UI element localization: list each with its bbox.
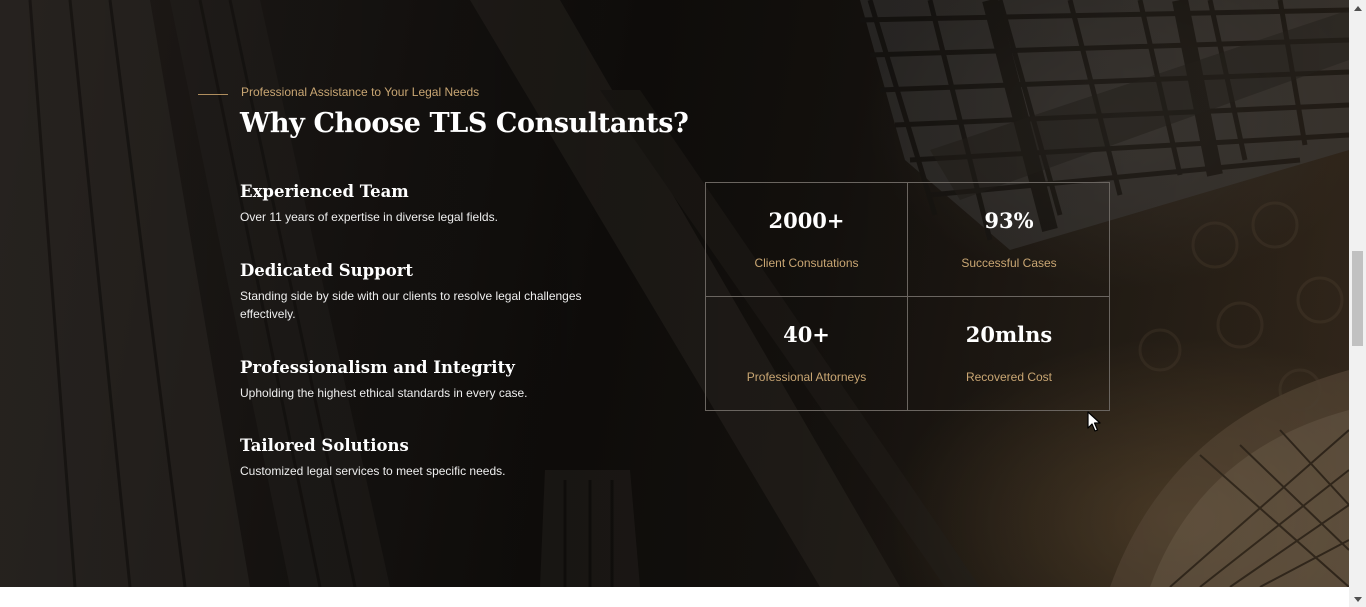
feature-experienced-team: Experienced Team Over 11 years of expert… [240,182,620,226]
section-content: Professional Assistance to Your Legal Ne… [0,0,1349,587]
stat-value: 20mlns [965,322,1053,347]
page-scrollbar[interactable] [1349,0,1366,607]
browser-viewport: Professional Assistance to Your Legal Ne… [0,0,1349,607]
stat-label: Professional Attorneys [746,370,867,384]
stat-label: Client Consutations [754,256,859,270]
section-title: Why Choose TLS Consultants? [240,108,689,139]
feature-title: Professionalism and Integrity [240,358,515,377]
section-eyebrow: Professional Assistance to Your Legal Ne… [198,83,479,101]
feature-title: Experienced Team [240,182,409,201]
stat-recovered-cost: 20mlns Recovered Cost [908,297,1110,411]
stat-label: Successful Cases [961,256,1057,270]
triangle-up-icon [1353,5,1362,11]
stat-value: 40+ [783,322,830,347]
feature-title: Tailored Solutions [240,436,409,455]
feature-professionalism-integrity: Professionalism and Integrity Upholding … [240,358,620,402]
stat-value: 2000+ [768,208,845,233]
mouse-cursor-icon [1087,411,1101,432]
feature-dedicated-support: Dedicated Support Standing side by side … [240,261,620,323]
stat-client-consultations: 2000+ Client Consutations [706,183,908,297]
feature-description: Upholding the highest ethical standards … [240,386,528,400]
feature-description: Over 11 years of expertise in diverse le… [240,210,498,224]
scroll-down-arrow[interactable] [1349,592,1366,606]
scrollbar-thumb[interactable] [1352,251,1363,347]
feature-description: Customized legal services to meet specif… [240,464,506,478]
feature-description: Standing side by side with our clients t… [240,289,582,321]
eyebrow-text: Professional Assistance to Your Legal Ne… [241,85,480,99]
triangle-down-icon [1353,596,1362,602]
stat-successful-cases: 93% Successful Cases [908,183,1110,297]
why-choose-section: Professional Assistance to Your Legal Ne… [0,0,1349,587]
scroll-up-arrow[interactable] [1349,1,1366,15]
feature-tailored-solutions: Tailored Solutions Customized legal serv… [240,436,620,480]
stat-label: Recovered Cost [965,370,1053,384]
eyebrow-divider-line [198,93,228,95]
stat-professional-attorneys: 40+ Professional Attorneys [706,297,908,411]
stats-grid: 2000+ Client Consutations 93% Successful… [705,182,1110,411]
feature-title: Dedicated Support [240,261,414,280]
stat-value: 93% [984,208,1034,233]
